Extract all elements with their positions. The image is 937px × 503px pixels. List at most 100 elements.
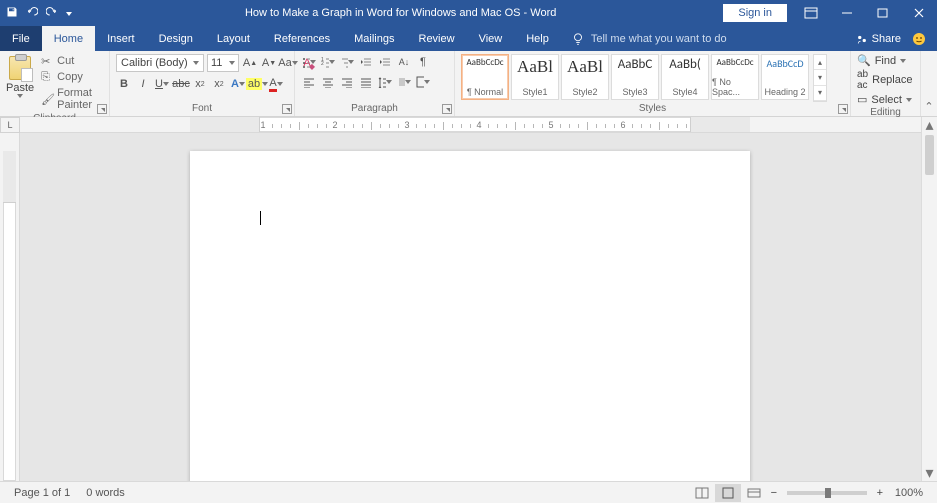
font-color-button[interactable]: A: [268, 76, 284, 92]
document-page[interactable]: [190, 151, 750, 481]
tab-references[interactable]: References: [262, 26, 342, 51]
clipboard-dialog-launcher[interactable]: [97, 104, 107, 114]
shrink-font-button[interactable]: A▼: [261, 55, 277, 71]
replace-button[interactable]: abacReplace: [857, 69, 912, 91]
style-nospac[interactable]: AaBbCcDc¶ No Spac...: [711, 54, 759, 100]
align-right-button[interactable]: [339, 74, 355, 90]
style-heading2[interactable]: AaBbCcDHeading 2: [761, 54, 809, 100]
styles-gallery-more[interactable]: ▴▾▾: [813, 54, 827, 102]
feedback-icon[interactable]: [911, 26, 937, 51]
style-name-label: ¶ Normal: [467, 87, 503, 97]
cut-label: Cut: [57, 55, 74, 67]
decrease-indent-button[interactable]: [358, 54, 374, 70]
tab-mailings[interactable]: Mailings: [342, 26, 406, 51]
find-button[interactable]: 🔍Find: [857, 54, 912, 67]
copy-button[interactable]: ⎘Copy: [38, 70, 103, 84]
save-icon[interactable]: [6, 6, 18, 21]
italic-button[interactable]: I: [135, 76, 151, 92]
grow-font-button[interactable]: A▲: [242, 55, 258, 71]
tab-insert[interactable]: Insert: [95, 26, 147, 51]
style-style1[interactable]: AaBlStyle1: [511, 54, 559, 100]
styles-expand[interactable]: ▾: [814, 86, 826, 101]
style-name-label: Style3: [622, 87, 647, 97]
justify-button[interactable]: [358, 74, 374, 90]
share-button[interactable]: Share: [846, 26, 911, 51]
ribbon-display-options-icon[interactable]: [793, 0, 829, 26]
font-name-combo[interactable]: Calibri (Body): [116, 54, 204, 72]
font-dialog-launcher[interactable]: [282, 104, 292, 114]
underline-button[interactable]: U: [154, 76, 170, 92]
shading-button[interactable]: [396, 74, 412, 90]
align-center-button[interactable]: [320, 74, 336, 90]
show-marks-button[interactable]: ¶: [415, 54, 431, 70]
text-effects-button[interactable]: A: [230, 76, 246, 92]
collapse-ribbon-button[interactable]: ⌃: [921, 51, 937, 116]
paste-button[interactable]: Paste: [6, 54, 34, 98]
styles-row-down[interactable]: ▾: [814, 70, 826, 85]
print-layout-button[interactable]: [715, 484, 741, 502]
tab-view[interactable]: View: [467, 26, 515, 51]
group-editing: 🔍Find abacReplace ▭Select Editing: [851, 51, 921, 116]
tab-home[interactable]: Home: [42, 26, 95, 51]
select-button[interactable]: ▭Select: [857, 93, 912, 106]
paragraph-dialog-launcher[interactable]: [442, 104, 452, 114]
change-case-button[interactable]: Aa: [280, 55, 296, 71]
minimize-icon[interactable]: [829, 0, 865, 26]
format-painter-button[interactable]: 🖌Format Painter: [38, 86, 103, 112]
font-size-combo[interactable]: 11: [207, 54, 239, 72]
align-left-button[interactable]: [301, 74, 317, 90]
cut-button[interactable]: ✂Cut: [38, 54, 103, 68]
style-style4[interactable]: AaBb(Style4: [661, 54, 709, 100]
borders-button[interactable]: [415, 74, 431, 90]
vertical-scrollbar[interactable]: ▴ ▾: [921, 117, 937, 481]
group-clipboard: Paste ✂Cut ⎘Copy 🖌Format Painter Clipboa…: [0, 51, 110, 116]
styles-dialog-launcher[interactable]: [838, 104, 848, 114]
vertical-ruler[interactable]: [0, 133, 20, 481]
ruler-number: 1: [260, 120, 265, 130]
web-layout-button[interactable]: [741, 484, 767, 502]
numbering-button[interactable]: 12: [320, 54, 336, 70]
zoom-out-button[interactable]: −: [767, 487, 781, 499]
multilevel-list-button[interactable]: [339, 54, 355, 70]
tab-layout[interactable]: Layout: [205, 26, 262, 51]
bold-button[interactable]: B: [116, 76, 132, 92]
chevron-down-icon: [405, 80, 411, 84]
style-style2[interactable]: AaBlStyle2: [561, 54, 609, 100]
tab-design[interactable]: Design: [147, 26, 205, 51]
scroll-thumb[interactable]: [925, 135, 934, 175]
line-spacing-button[interactable]: [377, 74, 393, 90]
styles-row-up[interactable]: ▴: [814, 55, 826, 70]
horizontal-ruler[interactable]: 1234567: [20, 117, 921, 133]
tab-selector[interactable]: L: [0, 117, 20, 133]
strikethrough-button[interactable]: abc: [173, 76, 189, 92]
sign-in-button[interactable]: Sign in: [723, 4, 787, 22]
tab-file[interactable]: File: [0, 26, 42, 51]
undo-icon[interactable]: [26, 6, 38, 21]
zoom-slider[interactable]: [787, 491, 867, 495]
page-number-status[interactable]: Page 1 of 1: [6, 487, 78, 499]
zoom-level[interactable]: 100%: [887, 487, 931, 499]
maximize-icon[interactable]: [865, 0, 901, 26]
qat-customize-icon[interactable]: [66, 7, 72, 19]
style-style3[interactable]: AaBbCStyle3: [611, 54, 659, 100]
sort-button[interactable]: A↓: [396, 54, 412, 70]
redo-icon[interactable]: [46, 6, 58, 21]
highlight-button[interactable]: ab: [249, 76, 265, 92]
group-label-styles: Styles: [461, 102, 844, 116]
scroll-down-icon[interactable]: ▾: [922, 465, 937, 481]
zoom-slider-knob[interactable]: [825, 488, 831, 498]
increase-indent-button[interactable]: [377, 54, 393, 70]
tab-help[interactable]: Help: [514, 26, 561, 51]
style-normal[interactable]: AaBbCcDc¶ Normal: [461, 54, 509, 100]
subscript-button[interactable]: x2: [192, 76, 208, 92]
group-label-paragraph: Paragraph: [301, 102, 448, 116]
tell-me-search[interactable]: Tell me what you want to do: [561, 26, 737, 51]
zoom-in-button[interactable]: +: [873, 487, 887, 499]
scroll-up-icon[interactable]: ▴: [922, 117, 937, 133]
word-count-status[interactable]: 0 words: [78, 487, 133, 499]
tab-review[interactable]: Review: [407, 26, 467, 51]
close-icon[interactable]: [901, 0, 937, 26]
superscript-button[interactable]: x2: [211, 76, 227, 92]
read-mode-button[interactable]: [689, 484, 715, 502]
bullets-button[interactable]: [301, 54, 317, 70]
